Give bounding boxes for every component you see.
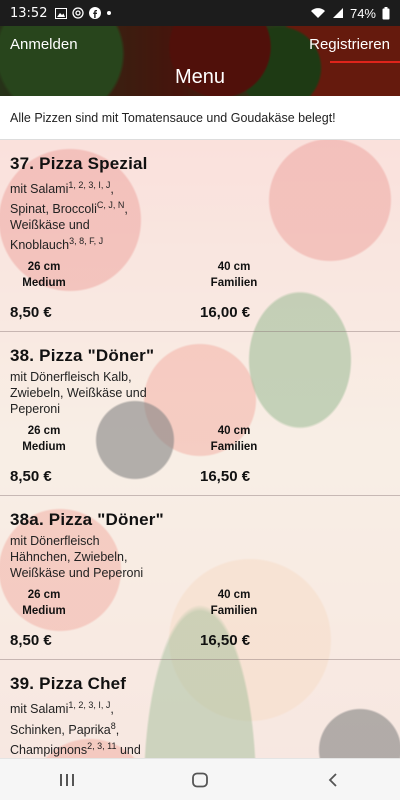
size-label: Medium (22, 277, 66, 290)
size-cm: 40 cm (217, 589, 251, 602)
system-nav-bar (0, 758, 400, 800)
home-icon (192, 772, 208, 787)
status-bar: 13:52 74% (0, 0, 400, 26)
back-button[interactable] (313, 765, 353, 795)
price: 16,50 € (200, 632, 251, 650)
size-label: Medium (22, 441, 66, 454)
size-cm: 40 cm (217, 261, 251, 274)
item-description: mit Salami1, 2, 3, I, J, Schinken, Paprik… (10, 700, 141, 757)
item-name: 39. Pizza Chef (10, 674, 127, 694)
item-name: 38a. Pizza "Döner" (10, 510, 164, 530)
auth-bar: Anmelden Registrieren (0, 26, 400, 62)
size-cm: 26 cm (27, 425, 61, 438)
menu-item[interactable]: 37. Pizza Spezial mit Salami1, 2, 3, I, J… (0, 140, 400, 333)
menu-item[interactable]: 38. Pizza "Döner" mit Dönerfleisch Kalb, Z… (0, 332, 400, 497)
menu-items: 37. Pizza Spezial mit Salami1, 2, 3, I, J… (0, 140, 400, 758)
menu-item[interactable]: 39. Pizza Chef mit Salami1, 2, 3, I, J, Sc… (0, 660, 400, 758)
price-options: 26 cm Medium 8,50 € 40 cm Familien 16,50 € (10, 587, 390, 659)
item-description: mit Dönerfleisch Hähnchen, Zwiebeln, Weißk… (10, 534, 144, 581)
allergen-codes: 2, 3, 11 (87, 740, 117, 751)
price: 8,50 € (10, 632, 52, 650)
size-cm: 26 cm (27, 261, 61, 274)
price: 16,00 € (200, 304, 251, 322)
recent-apps-icon (59, 773, 74, 786)
allergen-codes: C, J, N (96, 200, 125, 211)
size-info: 26 cm Medium (10, 587, 78, 619)
size-label: Familien (210, 605, 258, 618)
price-option[interactable]: 26 cm Medium 8,50 € (10, 423, 200, 495)
price-option[interactable]: 40 cm Familien 16,50 € (200, 423, 390, 495)
item-description: mit Dönerfleisch Kalb, Zwiebeln, Weißkäse… (10, 370, 147, 417)
size-info: 26 cm Medium (10, 423, 78, 455)
allergen-codes: 1, 2, 3, I, J (68, 700, 111, 711)
size-info: 40 cm Familien (200, 587, 268, 619)
price: 8,50 € (10, 468, 52, 486)
size-info: 40 cm Familien (200, 259, 268, 291)
size-info: 40 cm Familien (200, 423, 268, 455)
app-header: Anmelden Registrieren Menu (0, 26, 400, 96)
item-description: mit Salami1, 2, 3, I, J, Spinat, Broccoli… (10, 180, 128, 253)
status-time: 13:52 (10, 5, 48, 21)
home-button[interactable] (180, 765, 220, 795)
price-option[interactable]: 40 cm Familien 16,50 € (200, 587, 390, 659)
size-label: Familien (210, 277, 258, 290)
size-cm: 40 cm (217, 425, 251, 438)
image-icon (55, 7, 68, 19)
signal-icon (332, 8, 343, 18)
size-label: Medium (22, 605, 66, 618)
battery-icon (382, 6, 390, 19)
facebook-icon (89, 7, 102, 19)
register-underline (330, 61, 400, 63)
menu-list[interactable]: 37. Pizza Spezial mit Salami1, 2, 3, I, J… (0, 140, 400, 758)
recent-apps-button[interactable] (47, 765, 87, 795)
info-text: Alle Pizzen sind mit Tomatensauce und Go… (10, 110, 336, 125)
menu-item[interactable]: 38a. Pizza "Döner" mit Dönerfleisch Hähnch… (0, 496, 400, 661)
price: 16,50 € (200, 468, 251, 486)
allergen-codes: 8 (110, 720, 116, 731)
price-option[interactable]: 26 cm Medium 8,50 € (10, 259, 200, 331)
size-label: Familien (210, 441, 258, 454)
page-title: Menu (174, 66, 226, 88)
price-option[interactable]: 40 cm Familien 16,00 € (200, 259, 390, 331)
price-options: 26 cm Medium 8,50 € 40 cm Familien 16,50 € (10, 423, 390, 495)
size-info: 26 cm Medium (10, 259, 78, 291)
item-name: 37. Pizza Spezial (10, 154, 148, 173)
price: 8,50 € (10, 304, 52, 322)
price-options: 26 cm Medium 8,50 € 40 cm Familien 16,00 € (10, 259, 390, 331)
status-icons-right: 74% (310, 6, 390, 21)
back-icon (329, 772, 337, 787)
login-link[interactable]: Anmelden (10, 36, 78, 53)
item-name: 38. Pizza "Döner" (10, 346, 155, 366)
price-option[interactable]: 26 cm Medium 8,50 € (10, 587, 200, 659)
info-banner: Alle Pizzen sind mit Tomatensauce und Go… (0, 96, 400, 140)
wifi-icon (310, 8, 325, 18)
allergen-codes: 1, 2, 3, I, J (68, 180, 111, 190)
allergen-codes: 3, 8, F, J (69, 236, 104, 247)
status-icons-left (55, 7, 112, 19)
register-link[interactable]: Registrieren (309, 36, 390, 53)
at-icon (72, 7, 85, 19)
size-cm: 26 cm (27, 589, 61, 602)
battery-level: 74% (349, 5, 376, 21)
dot-icon (107, 11, 112, 15)
